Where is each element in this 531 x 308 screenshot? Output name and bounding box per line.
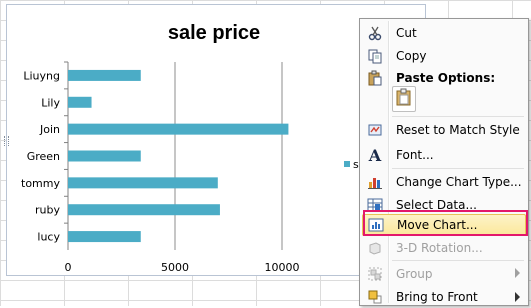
menu-label-font: Font... xyxy=(396,148,434,162)
menu-item-copy[interactable]: Copy xyxy=(362,45,526,67)
menu-item-bring-to-front[interactable]: Bring to Front xyxy=(362,286,526,308)
copy-icon xyxy=(362,45,388,67)
menu-label-group: Group xyxy=(396,267,433,281)
menu-item-group: Group xyxy=(362,263,526,285)
x-tick-label: 5000 xyxy=(161,261,189,274)
menu-label-select-data: Select Data... xyxy=(396,198,477,212)
menu-item-change-chart-type[interactable]: Change Chart Type... xyxy=(362,171,526,193)
category-label: Lily xyxy=(41,96,60,109)
category-label: Green xyxy=(27,150,60,163)
category-label: ruby xyxy=(35,204,60,217)
rotation-icon xyxy=(362,237,388,259)
bar-ruby xyxy=(68,204,220,216)
legend-marker xyxy=(344,161,350,167)
context-menu: Cut Copy Paste Options: Reset to Match S… xyxy=(359,18,529,306)
select-data-icon xyxy=(362,194,388,216)
bar-lily xyxy=(68,96,92,108)
menu-label-paste-options: Paste Options: xyxy=(396,71,496,85)
category-label: Join xyxy=(39,123,60,136)
menu-label-change-chart-type: Change Chart Type... xyxy=(396,175,522,189)
category-label: lucy xyxy=(37,231,60,244)
reset-style-icon xyxy=(362,119,388,141)
menu-item-cut[interactable]: Cut xyxy=(362,22,526,44)
bar-green xyxy=(68,150,141,162)
menu-separator xyxy=(392,168,524,169)
category-label: tommy xyxy=(21,177,60,190)
paste-icon xyxy=(362,67,388,89)
bar-lucy xyxy=(68,231,141,243)
menu-label-move-chart: Move Chart... xyxy=(397,218,478,232)
menu-item-paste-options: Paste Options: xyxy=(362,67,526,89)
bar-tommy xyxy=(68,177,218,189)
menu-label-3d-rotation: 3-D Rotation... xyxy=(396,241,483,255)
move-chart-icon xyxy=(363,214,389,236)
group-icon xyxy=(362,263,388,285)
scissors-icon xyxy=(362,22,388,44)
bring-front-icon xyxy=(362,286,388,308)
paste-button[interactable] xyxy=(392,86,416,112)
bar-join xyxy=(68,123,289,135)
menu-label-cut: Cut xyxy=(396,26,417,40)
chart-title: sale price xyxy=(168,22,260,44)
category-label: Liuyng xyxy=(23,69,60,82)
chevron-right-icon xyxy=(515,292,520,302)
menu-separator xyxy=(392,260,524,261)
menu-item-move-chart[interactable]: Move Chart... xyxy=(362,214,526,236)
menu-label-copy: Copy xyxy=(396,49,427,63)
menu-label-reset-style: Reset to Match Style xyxy=(396,123,520,137)
change-chart-type-icon xyxy=(362,171,388,193)
menu-item-font[interactable]: A Font... xyxy=(362,144,526,166)
clipboard-icon xyxy=(396,88,412,111)
x-tick-label: 0 xyxy=(65,261,72,274)
chevron-right-icon xyxy=(515,268,520,278)
menu-label-bring-to-front: Bring to Front xyxy=(396,290,478,304)
bar-liuyng xyxy=(68,69,141,81)
menu-item-3d-rotation: 3-D Rotation... xyxy=(362,237,526,259)
menu-item-reset-style[interactable]: Reset to Match Style xyxy=(362,119,526,141)
font-icon: A xyxy=(368,145,382,165)
x-tick-label: 10000 xyxy=(265,261,300,274)
menu-separator xyxy=(392,116,524,117)
menu-item-select-data[interactable]: Select Data... xyxy=(362,194,526,216)
